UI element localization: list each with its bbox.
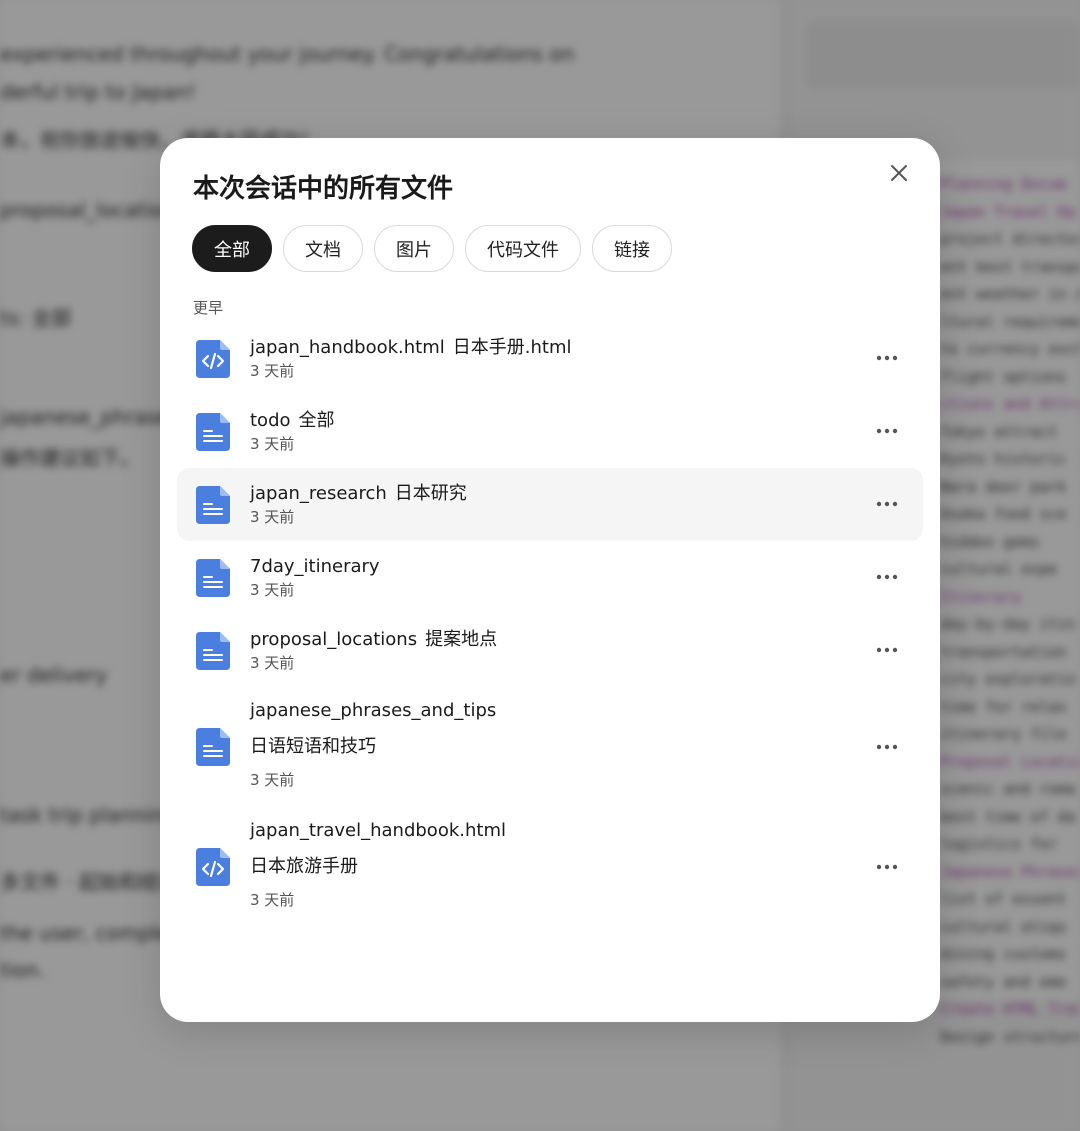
file-time: 3 天前 <box>250 771 295 789</box>
tab-links[interactable]: 链接 <box>592 225 672 272</box>
file-name: japan_handbook.html 日本手册.html <box>250 336 572 360</box>
more-horizontal-icon <box>876 864 898 870</box>
file-title: 全部 <box>298 410 335 431</box>
more-horizontal-icon <box>876 647 898 653</box>
document-icon <box>196 632 230 670</box>
file-filename: japan_handbook.html <box>250 337 445 358</box>
more-options-button[interactable] <box>874 421 900 441</box>
file-title: 日本旅游手册 <box>250 856 358 877</box>
file-filename: todo <box>250 410 291 431</box>
more-horizontal-icon <box>876 501 898 507</box>
file-text: todo 全部 3 天前 <box>250 409 335 455</box>
file-title: 日语短语和技巧 <box>250 736 376 757</box>
file-item[interactable]: japan_travel_handbook.html 日本旅游手册 3 天前 <box>177 807 923 927</box>
more-horizontal-icon <box>876 744 898 750</box>
tab-images[interactable]: 图片 <box>374 225 454 272</box>
document-icon <box>196 559 230 597</box>
file-filename: japan_research <box>250 483 387 504</box>
file-title: 日本研究 <box>394 483 467 504</box>
code-file-icon <box>196 848 230 886</box>
document-icon <box>196 728 230 766</box>
more-horizontal-icon <box>876 428 898 434</box>
file-filename: 7day_itinerary <box>250 556 380 577</box>
tab-documents[interactable]: 文档 <box>283 225 363 272</box>
file-name: todo 全部 <box>250 409 335 433</box>
file-item[interactable]: proposal_locations 提案地点 3 天前 <box>177 614 923 687</box>
file-time: 3 天前 <box>250 891 295 909</box>
document-icon <box>196 486 230 524</box>
file-filename: proposal_locations <box>250 629 418 650</box>
close-button[interactable] <box>884 158 914 188</box>
file-filename: japan_travel_handbook.html <box>250 820 506 841</box>
more-options-button[interactable] <box>874 348 900 368</box>
file-text: 7day_itinerary 3 天前 <box>250 555 388 601</box>
tab-all[interactable]: 全部 <box>192 225 272 272</box>
more-options-button[interactable] <box>874 640 900 660</box>
file-text: japan_research 日本研究 3 天前 <box>250 482 467 528</box>
more-options-button[interactable] <box>874 567 900 587</box>
file-list: japan_handbook.html 日本手册.html 3 天前 todo 全部… <box>177 322 923 927</box>
file-text: proposal_locations 提案地点 3 天前 <box>250 628 497 674</box>
file-time: 3 天前 <box>250 581 295 599</box>
more-horizontal-icon <box>876 355 898 361</box>
modal-title: 本次会话中的所有文件 <box>193 174 454 204</box>
close-icon <box>891 165 907 181</box>
file-item[interactable]: todo 全部 3 天前 <box>177 395 923 468</box>
file-item[interactable]: japan_research 日本研究 3 天前 <box>177 468 923 541</box>
files-modal: 本次会话中的所有文件 全部 文档 图片 代码文件 链接 更早 japan_han… <box>160 138 940 1022</box>
file-name: japan_research 日本研究 <box>250 482 467 506</box>
file-time: 3 天前 <box>250 362 295 380</box>
section-label: 更早 <box>193 299 224 317</box>
more-options-button[interactable] <box>874 737 900 757</box>
more-horizontal-icon <box>876 574 898 580</box>
more-options-button[interactable] <box>874 857 900 877</box>
document-icon <box>196 413 230 451</box>
file-text: japan_handbook.html 日本手册.html 3 天前 <box>250 336 572 382</box>
file-title: 日本手册.html <box>452 337 572 358</box>
file-item[interactable]: 7day_itinerary 3 天前 <box>177 541 923 614</box>
file-item[interactable]: japanese_phrases_and_tips 日语短语和技巧 3 天前 <box>177 687 923 807</box>
file-name: proposal_locations 提案地点 <box>250 628 497 652</box>
tab-code-files[interactable]: 代码文件 <box>465 225 581 272</box>
file-time: 3 天前 <box>250 435 295 453</box>
file-time: 3 天前 <box>250 508 295 526</box>
file-filename: japanese_phrases_and_tips <box>250 700 497 721</box>
code-file-icon <box>196 340 230 378</box>
file-text: japan_travel_handbook.html 日本旅游手册 3 天前 <box>250 819 506 911</box>
file-text: japanese_phrases_and_tips 日语短语和技巧 3 天前 <box>250 699 496 791</box>
file-title: 提案地点 <box>425 629 498 650</box>
file-item[interactable]: japan_handbook.html 日本手册.html 3 天前 <box>177 322 923 395</box>
file-name: 7day_itinerary <box>250 555 388 579</box>
file-time: 3 天前 <box>250 654 295 672</box>
more-options-button[interactable] <box>874 494 900 514</box>
filter-tabs: 全部 文档 图片 代码文件 链接 <box>192 225 672 272</box>
